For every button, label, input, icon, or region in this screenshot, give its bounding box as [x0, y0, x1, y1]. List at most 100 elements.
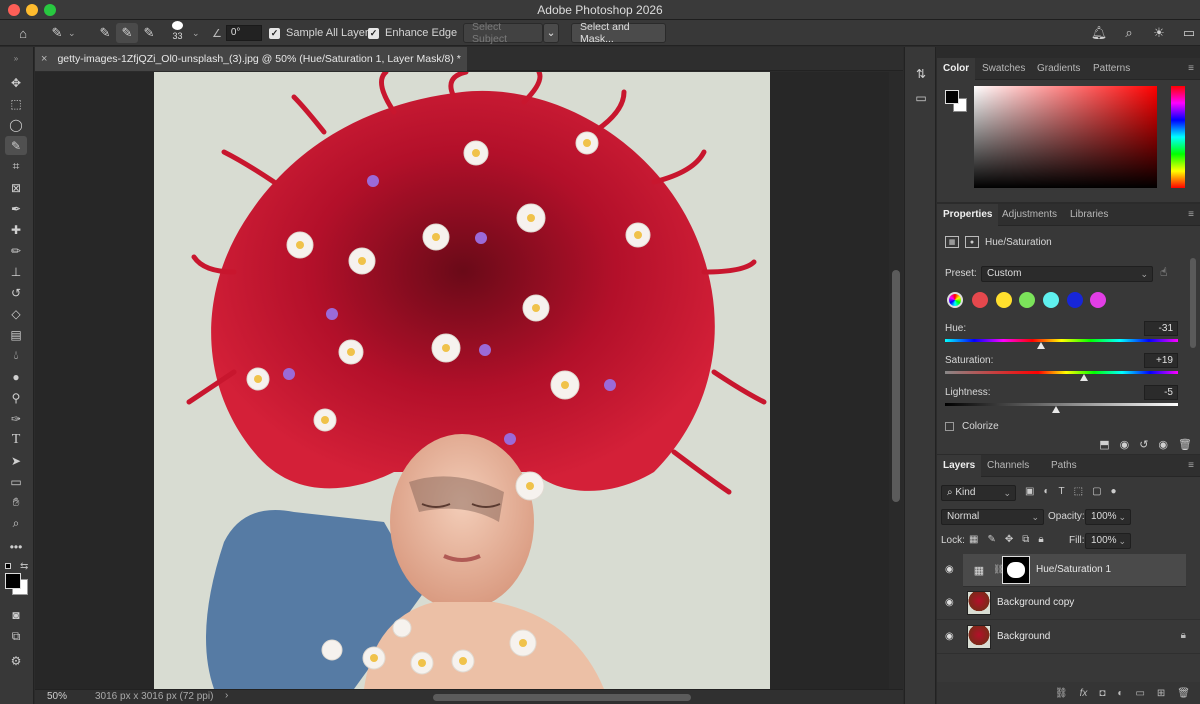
select-subject-button[interactable]: Select Subject [463, 21, 543, 45]
visibility-eye-icon[interactable]: ◉ [1158, 438, 1168, 451]
edit-toolbar-icon[interactable]: ⚙ [5, 651, 27, 670]
marquee-tool-icon[interactable]: ⬚ [5, 94, 27, 113]
type-tool-icon[interactable]: T [5, 430, 27, 449]
saturation-slider-handle[interactable] [1079, 374, 1088, 381]
pixel-filter-icon[interactable]: ▣ [1025, 486, 1034, 497]
tab-swatches[interactable]: Swatches [976, 58, 1031, 80]
subtract-from-selection-button[interactable]: ✎ [138, 23, 160, 43]
lock-icon[interactable]: 🔒︎ [1181, 630, 1186, 641]
brush-picker-chevron[interactable]: ⌄ [192, 23, 200, 43]
adjustment-layer-icon[interactable]: ▦ [945, 236, 959, 248]
history-brush-tool-icon[interactable]: ↺ [5, 283, 27, 302]
lock-image-icon[interactable]: ✎ [987, 534, 995, 545]
screen-mode-icon[interactable]: ⧉ [5, 627, 27, 646]
chevron-right-icon[interactable]: › [225, 690, 228, 701]
tab-properties[interactable]: Properties [937, 204, 999, 226]
zoom-level[interactable]: 50% [47, 691, 67, 702]
panel-menu-icon[interactable]: ≡ [1188, 209, 1194, 220]
tab-color[interactable]: Color [937, 58, 976, 80]
healing-brush-tool-icon[interactable]: ✚ [5, 220, 27, 239]
blues-range-swatch[interactable] [1067, 292, 1083, 308]
canvas-horizontal-scrollbar[interactable] [433, 694, 691, 701]
blend-mode-select[interactable]: Normal ⌄ [941, 509, 1044, 525]
new-adjustment-icon[interactable]: ◐ [1117, 688, 1123, 699]
adjustment-filter-icon[interactable]: ◐ [1043, 486, 1049, 497]
fill-field[interactable]: 100% ⌄ [1085, 533, 1131, 549]
crop-tool-icon[interactable]: ⌗ [5, 157, 27, 176]
visibility-eye-icon[interactable]: ◉ [945, 597, 957, 609]
panel-menu-icon[interactable]: ≡ [1188, 460, 1194, 471]
zoom-tool-icon[interactable]: ⌕ [5, 514, 27, 533]
view-previous-state-icon[interactable]: ◉ [1120, 438, 1130, 451]
yellows-range-swatch[interactable] [996, 292, 1012, 308]
collapse-toolbar-icon[interactable]: » [5, 49, 27, 68]
tool-preset-picker[interactable]: ✎ ⌄ [46, 23, 76, 43]
dodge-tool-icon[interactable]: ● [5, 367, 27, 386]
foreground-color-swatch[interactable] [945, 90, 959, 104]
home-button[interactable]: ⌂ [12, 23, 34, 43]
sample-all-layers-checkbox[interactable]: ✓ Sample All Layers [269, 23, 374, 43]
targeted-adjustment-hand-icon[interactable]: ☝︎ [1160, 265, 1167, 279]
lock-all-icon[interactable]: 🔒︎ [1038, 534, 1043, 545]
history-panel-icon[interactable]: ⇅ [913, 67, 929, 83]
scrollbar-thumb[interactable] [892, 270, 900, 502]
workspace-layout-icon[interactable]: ▭ [1178, 23, 1200, 43]
gradient-tool-icon[interactable]: ▤ [5, 325, 27, 344]
pen-tool-icon[interactable]: ✑ [5, 409, 27, 428]
visibility-eye-icon[interactable]: ◉ [945, 564, 954, 575]
panel-menu-icon[interactable]: ≡ [1188, 63, 1194, 74]
link-layers-icon[interactable]: ⛓ [1055, 688, 1068, 699]
master-range-icon[interactable] [947, 292, 963, 308]
notifications-bell-icon[interactable]: 🔔︎ [1088, 23, 1110, 43]
saturation-slider-track[interactable] [945, 371, 1178, 374]
preset-select[interactable]: Custom ⌄ [981, 266, 1153, 282]
shape-filter-icon[interactable]: ⬚ [1074, 486, 1083, 497]
delete-trash-icon[interactable]: 🗑︎ [1178, 438, 1192, 451]
visibility-eye-icon[interactable]: ◉ [945, 631, 957, 643]
brush-tool-icon[interactable]: ✏ [5, 241, 27, 260]
lightness-slider-handle[interactable] [1051, 406, 1060, 413]
layer-mask-thumbnail[interactable] [1002, 556, 1030, 584]
foreground-color-swatch[interactable] [5, 573, 21, 589]
add-mask-icon[interactable]: ◘ [1099, 688, 1105, 699]
lock-transparency-icon[interactable]: ▦ [969, 534, 978, 545]
close-document-icon[interactable]: × [41, 53, 47, 65]
lightness-value-field[interactable]: -5 [1144, 385, 1178, 400]
hue-slider-handle[interactable] [1037, 342, 1046, 349]
cyans-range-swatch[interactable] [1043, 292, 1059, 308]
filter-toggle-icon[interactable]: ● [1111, 486, 1117, 497]
comments-panel-icon[interactable]: ▭ [913, 91, 929, 107]
layer-mask-icon[interactable]: ● [965, 236, 979, 248]
frame-tool-icon[interactable]: ⊠ [5, 178, 27, 197]
document-dimensions[interactable]: 3016 px x 3016 px (72 ppi) [95, 691, 213, 702]
brush-size-picker[interactable]: 33 [172, 21, 183, 41]
layer-row-hue-saturation-1[interactable]: ▦ ⛓ Hue/Saturation 1 [963, 554, 1186, 587]
tab-gradients[interactable]: Gradients [1031, 58, 1086, 80]
lock-position-icon[interactable]: ✥ [1005, 534, 1013, 545]
hue-slider[interactable] [1171, 86, 1185, 188]
lasso-tool-icon[interactable]: ◯ [5, 115, 27, 134]
greens-range-swatch[interactable] [1019, 292, 1035, 308]
blur-tool-icon[interactable]: 💧︎ [5, 346, 27, 365]
burn-tool-icon[interactable]: ⚲ [5, 388, 27, 407]
color-picker-field[interactable] [974, 86, 1157, 188]
new-selection-button[interactable]: ✎ [94, 23, 116, 43]
tab-channels[interactable]: Channels [981, 455, 1035, 477]
layer-row-background[interactable]: ◉ Background 🔒︎ [937, 621, 1200, 654]
new-layer-icon[interactable]: ⊞ [1157, 688, 1165, 699]
opacity-field[interactable]: 100% ⌄ [1085, 509, 1131, 525]
search-icon[interactable]: ⌕ [1118, 23, 1140, 43]
delete-trash-icon[interactable]: 🗑︎ [1177, 688, 1190, 699]
select-subject-dropdown[interactable]: ⌄ [543, 23, 559, 43]
select-and-mask-button[interactable]: Select and Mask... [571, 21, 666, 45]
eraser-tool-icon[interactable]: ◇ [5, 304, 27, 323]
swap-colors-icon[interactable]: ⇆ [20, 561, 28, 572]
rectangle-tool-icon[interactable]: ▭ [5, 472, 27, 491]
angle-field[interactable]: 0° [225, 25, 262, 41]
reset-icon[interactable]: ↺ [1139, 438, 1148, 451]
document-tab[interactable]: × getty-images-1ZfjQZi_Ol0-unsplash_(3).… [35, 47, 467, 71]
discover-lightbulb-icon[interactable]: ☀︎ [1148, 23, 1170, 43]
tab-patterns[interactable]: Patterns [1087, 58, 1136, 80]
tab-layers[interactable]: Layers [937, 455, 982, 477]
more-tools-icon[interactable]: ••• [5, 537, 27, 556]
